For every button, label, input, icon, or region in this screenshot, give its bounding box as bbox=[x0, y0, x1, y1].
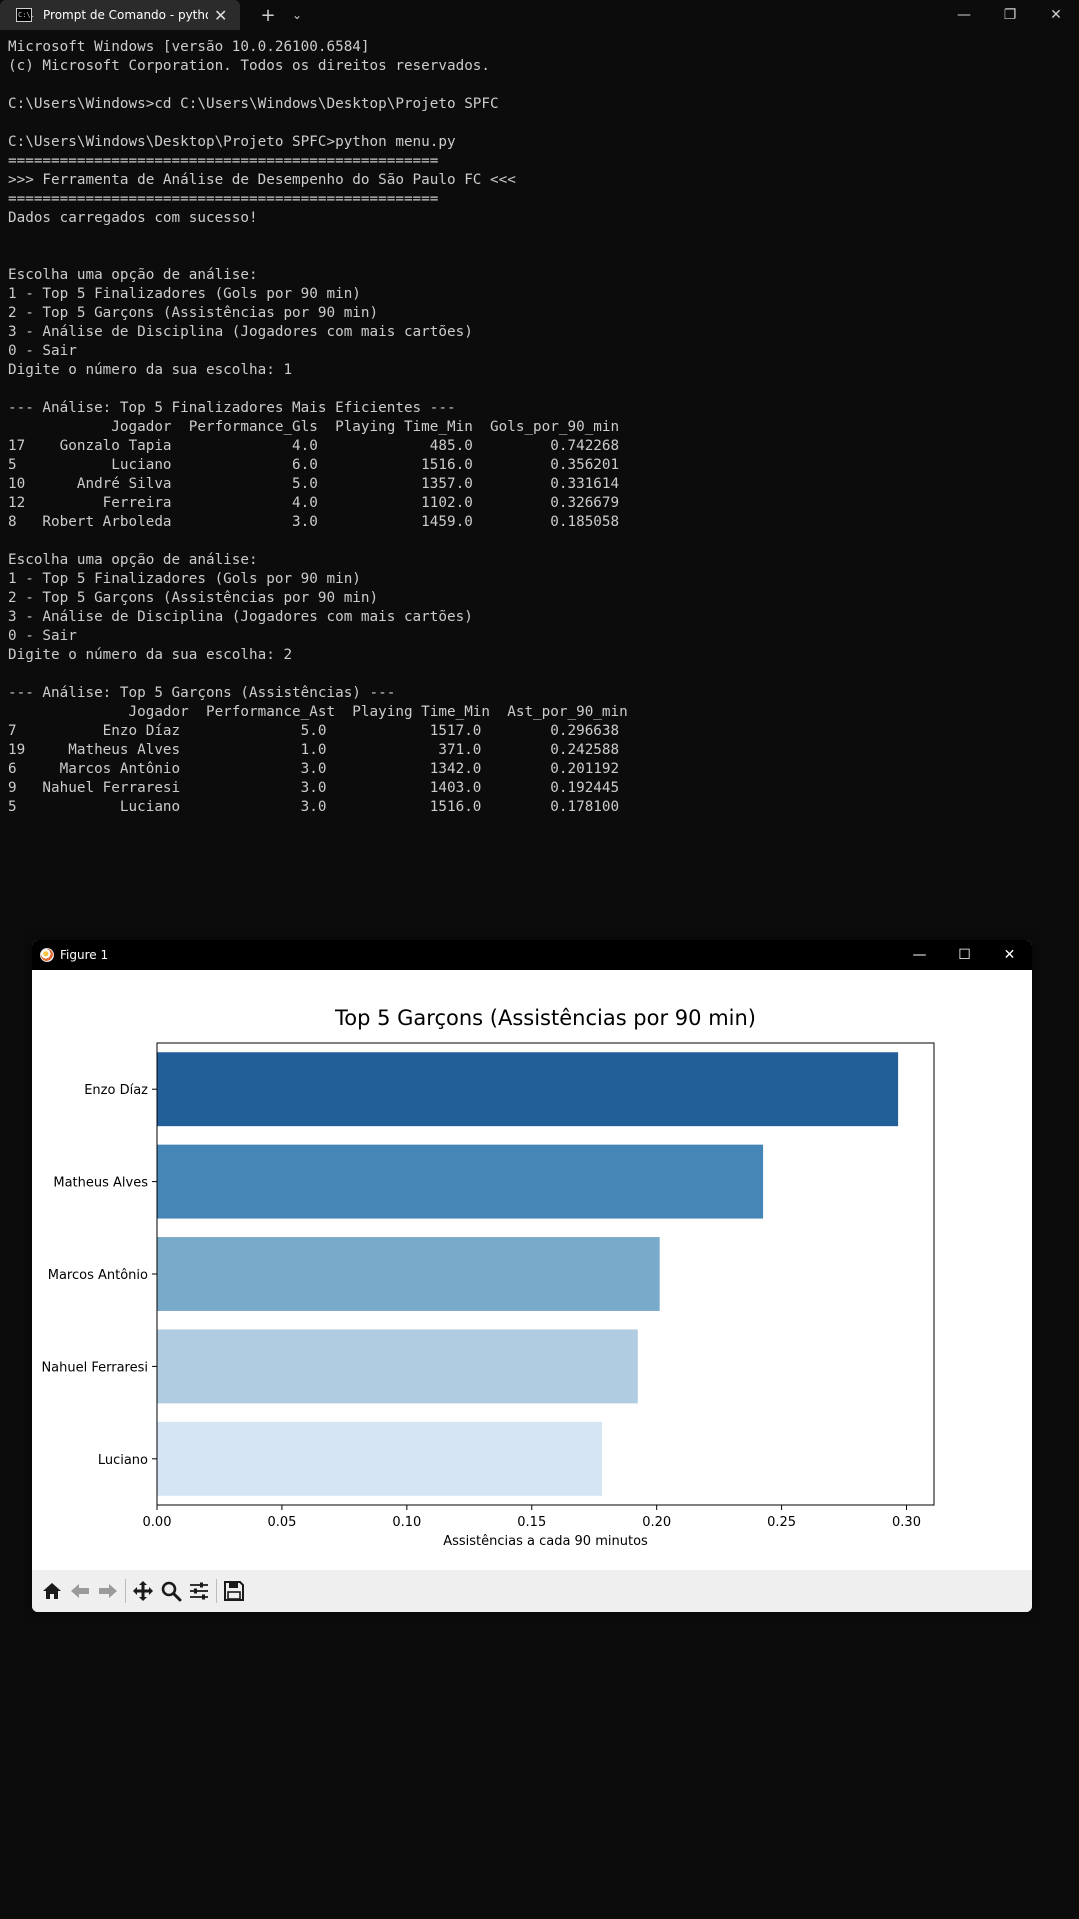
terminal-line: 2 - Top 5 Garçons (Assistências por 90 m… bbox=[8, 305, 379, 321]
figure-window: Figure 1 — ☐ ✕ Top 5 Garçons (Assistênci… bbox=[32, 940, 1032, 1612]
terminal-minimize-button[interactable]: — bbox=[941, 0, 987, 30]
terminal-line: Digite o número da sua escolha: 2 bbox=[8, 647, 293, 663]
terminal-tab[interactable]: C:\. Prompt de Comando - python ✕ bbox=[0, 0, 240, 30]
terminal-line: Jogador Performance_Gls Playing Time_Min… bbox=[8, 419, 620, 435]
terminal-line: Dados carregados com sucesso! bbox=[8, 210, 258, 226]
terminal-titlebar: C:\. Prompt de Comando - python ✕ + ⌄ — … bbox=[0, 0, 1079, 30]
terminal-line: (c) Microsoft Corporation. Todos os dire… bbox=[8, 58, 491, 74]
tab-dropdown-button[interactable]: ⌄ bbox=[288, 0, 306, 30]
tab-title: Prompt de Comando - python bbox=[43, 8, 208, 22]
terminal-line: 9 Nahuel Ferraresi 3.0 1403.0 0.192445 bbox=[8, 780, 620, 796]
y-tick-label: Nahuel Ferraresi bbox=[41, 1360, 148, 1375]
figure-toolbar bbox=[32, 1570, 1032, 1612]
x-tick-label: 0.25 bbox=[767, 1515, 796, 1530]
bar bbox=[157, 1237, 660, 1311]
y-tick-label: Enzo Díaz bbox=[84, 1083, 148, 1098]
terminal-restore-button[interactable]: ❐ bbox=[987, 0, 1033, 30]
chart-title: Top 5 Garçons (Assistências por 90 min) bbox=[334, 1006, 756, 1030]
terminal-line: C:\Users\Windows\Desktop\Projeto SPFC>py… bbox=[8, 134, 456, 150]
figure-maximize-button[interactable]: ☐ bbox=[942, 940, 987, 970]
figure-close-button[interactable]: ✕ bbox=[987, 940, 1032, 970]
bar bbox=[157, 1421, 602, 1496]
terminal-line: 19 Matheus Alves 1.0 371.0 0.242588 bbox=[8, 742, 620, 758]
terminal-line: 3 - Análise de Disciplina (Jogadores com… bbox=[8, 609, 473, 625]
y-tick-label: Marcos Antônio bbox=[48, 1268, 148, 1283]
terminal-line: ========================================… bbox=[8, 153, 439, 169]
configure-subplots-icon[interactable] bbox=[185, 1577, 213, 1605]
x-tick-label: 0.10 bbox=[392, 1515, 421, 1530]
x-tick-label: 0.30 bbox=[892, 1515, 921, 1530]
terminal-line: 1 - Top 5 Finalizadores (Gols por 90 min… bbox=[8, 286, 361, 302]
toolbar-separator bbox=[125, 1579, 126, 1603]
tab-close-icon[interactable]: ✕ bbox=[214, 6, 227, 25]
terminal-line: --- Análise: Top 5 Garçons (Assistências… bbox=[8, 685, 396, 701]
terminal-line: 5 Luciano 6.0 1516.0 0.356201 bbox=[8, 457, 620, 473]
y-tick-label: Matheus Alves bbox=[53, 1176, 148, 1191]
x-tick-label: 0.15 bbox=[517, 1515, 546, 1530]
terminal-line: Microsoft Windows [versão 10.0.26100.658… bbox=[8, 39, 370, 55]
back-icon[interactable] bbox=[66, 1577, 94, 1605]
bar-chart: Top 5 Garçons (Assistências por 90 min) E… bbox=[41, 1006, 935, 1549]
matplotlib-logo-icon bbox=[40, 948, 54, 962]
terminal-line: 10 André Silva 5.0 1357.0 0.331614 bbox=[8, 476, 620, 492]
bar bbox=[157, 1052, 899, 1127]
command-prompt-icon: C:\. bbox=[16, 8, 35, 22]
bar bbox=[157, 1329, 638, 1404]
terminal-line: Digite o número da sua escolha: 1 bbox=[8, 362, 293, 378]
terminal-line: 1 - Top 5 Finalizadores (Gols por 90 min… bbox=[8, 571, 361, 587]
figure-title: Figure 1 bbox=[60, 948, 109, 962]
x-tick-label: 0.00 bbox=[143, 1515, 172, 1530]
figure-minimize-button[interactable]: — bbox=[897, 940, 942, 970]
terminal-line: 0 - Sair bbox=[8, 343, 77, 359]
forward-icon[interactable] bbox=[94, 1577, 122, 1605]
terminal-line: 7 Enzo Díaz 5.0 1517.0 0.296638 bbox=[8, 723, 620, 739]
terminal-line: Jogador Performance_Ast Playing Time_Min… bbox=[8, 704, 628, 720]
terminal-line: 6 Marcos Antônio 3.0 1342.0 0.201192 bbox=[8, 761, 620, 777]
bar bbox=[157, 1144, 764, 1219]
terminal-line: 12 Ferreira 4.0 1102.0 0.326679 bbox=[8, 495, 620, 511]
terminal-line: 17 Gonzalo Tapia 4.0 485.0 0.742268 bbox=[8, 438, 620, 454]
terminal-line: 5 Luciano 3.0 1516.0 0.178100 bbox=[8, 799, 620, 815]
terminal-line: 8 Robert Arboleda 3.0 1459.0 0.185058 bbox=[8, 514, 620, 530]
x-tick-label: 0.05 bbox=[267, 1515, 296, 1530]
terminal-line: C:\Users\Windows>cd C:\Users\Windows\Des… bbox=[8, 96, 499, 112]
terminal-line: ========================================… bbox=[8, 191, 439, 207]
terminal-line: --- Análise: Top 5 Finalizadores Mais Ef… bbox=[8, 400, 456, 416]
x-axis-label: Assistências a cada 90 minutos bbox=[443, 1534, 648, 1549]
terminal-line: 2 - Top 5 Garçons (Assistências por 90 m… bbox=[8, 590, 379, 606]
save-icon[interactable] bbox=[220, 1577, 248, 1605]
terminal-line: >>> Ferramenta de Análise de Desempenho … bbox=[8, 172, 516, 188]
y-tick-label: Luciano bbox=[98, 1453, 148, 1468]
terminal-line: 0 - Sair bbox=[8, 628, 77, 644]
terminal-line: 3 - Análise de Disciplina (Jogadores com… bbox=[8, 324, 473, 340]
new-tab-button[interactable]: + bbox=[248, 0, 288, 30]
pan-icon[interactable] bbox=[129, 1577, 157, 1605]
figure-canvas[interactable]: Top 5 Garçons (Assistências por 90 min) E… bbox=[32, 970, 1032, 1564]
toolbar-separator bbox=[216, 1579, 217, 1603]
figure-titlebar: Figure 1 — ☐ ✕ bbox=[32, 940, 1032, 970]
terminal-output[interactable]: Microsoft Windows [versão 10.0.26100.658… bbox=[8, 38, 628, 817]
terminal-close-button[interactable]: ✕ bbox=[1033, 0, 1079, 30]
zoom-icon[interactable] bbox=[157, 1577, 185, 1605]
home-icon[interactable] bbox=[38, 1577, 66, 1605]
terminal-line: Escolha uma opção de análise: bbox=[8, 267, 258, 283]
x-tick-label: 0.20 bbox=[642, 1515, 671, 1530]
terminal-line: Escolha uma opção de análise: bbox=[8, 552, 258, 568]
